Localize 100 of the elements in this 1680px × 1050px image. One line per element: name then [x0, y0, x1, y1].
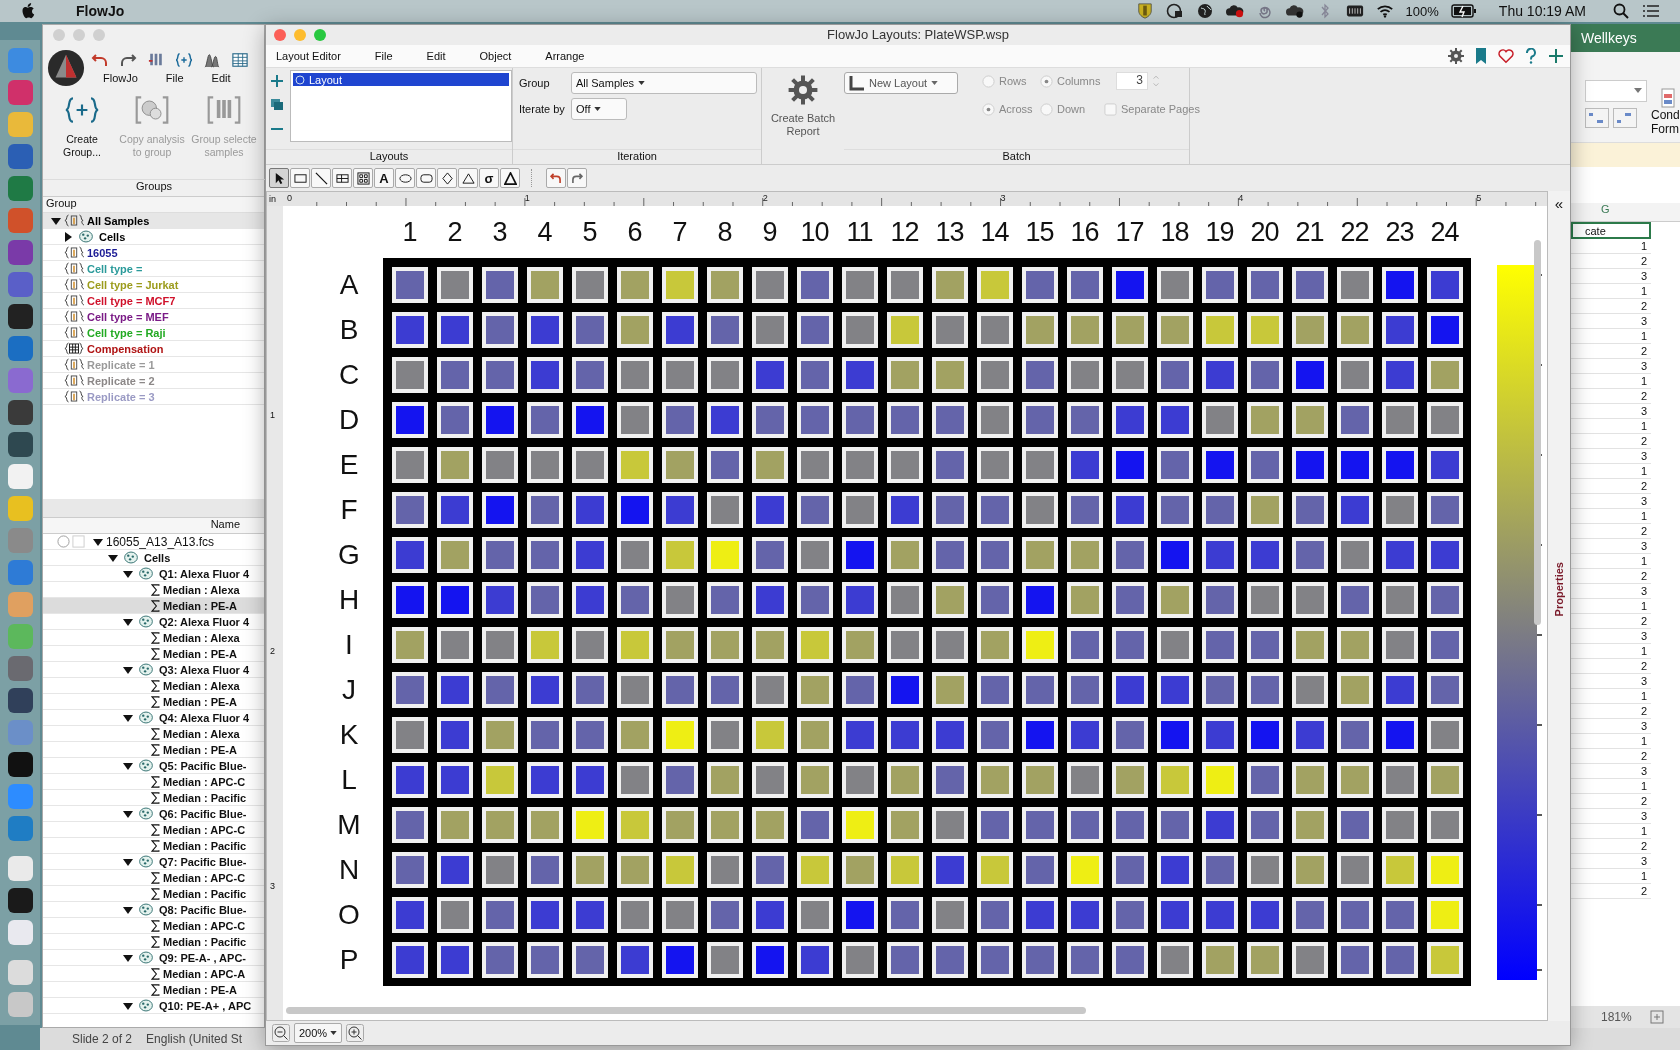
well[interactable]	[1426, 356, 1463, 393]
tool-button[interactable]	[311, 168, 331, 188]
well[interactable]	[1066, 311, 1103, 348]
well[interactable]	[391, 581, 428, 618]
well[interactable]	[661, 536, 698, 573]
disclosure-icon[interactable]	[63, 231, 73, 242]
well[interactable]	[1156, 896, 1193, 933]
tool-button[interactable]: σ	[479, 168, 499, 188]
well[interactable]	[1336, 356, 1373, 393]
tree-item[interactable]: Median : PE-A	[43, 598, 264, 614]
well[interactable]	[1066, 716, 1103, 753]
menu-item[interactable]: Edit	[211, 72, 231, 84]
well[interactable]	[1021, 446, 1058, 483]
well[interactable]	[1381, 491, 1418, 528]
well[interactable]	[706, 941, 743, 978]
well[interactable]	[436, 581, 473, 618]
well[interactable]	[841, 896, 878, 933]
well[interactable]	[1201, 266, 1238, 303]
well[interactable]	[976, 401, 1013, 438]
shield-icon[interactable]	[1135, 3, 1154, 19]
well[interactable]	[886, 716, 923, 753]
well[interactable]	[1111, 581, 1148, 618]
well[interactable]	[1291, 851, 1328, 888]
well[interactable]	[391, 806, 428, 843]
well[interactable]	[841, 851, 878, 888]
well[interactable]	[976, 716, 1013, 753]
well[interactable]	[571, 851, 608, 888]
well[interactable]	[751, 266, 788, 303]
well[interactable]	[1291, 266, 1328, 303]
well[interactable]	[616, 401, 653, 438]
well[interactable]	[841, 446, 878, 483]
well[interactable]	[886, 311, 923, 348]
well[interactable]	[436, 446, 473, 483]
well[interactable]	[1021, 311, 1058, 348]
menu-item[interactable]: Edit	[426, 50, 446, 62]
well[interactable]	[1066, 356, 1103, 393]
tool-button[interactable]	[269, 168, 289, 188]
menu-item[interactable]: File	[165, 72, 184, 84]
well[interactable]	[751, 311, 788, 348]
well[interactable]	[1066, 446, 1103, 483]
well[interactable]	[526, 266, 563, 303]
well[interactable]	[1066, 536, 1103, 573]
well[interactable]	[526, 896, 563, 933]
app-icon[interactable]	[7, 888, 33, 913]
well[interactable]	[1201, 401, 1238, 438]
well[interactable]	[1066, 401, 1103, 438]
well[interactable]	[1156, 716, 1193, 753]
well[interactable]	[1291, 941, 1328, 978]
well[interactable]	[706, 761, 743, 798]
bookmark-icon[interactable]	[1473, 48, 1489, 64]
well[interactable]	[481, 311, 518, 348]
well[interactable]	[976, 491, 1013, 528]
tree-item[interactable]: Cells	[43, 550, 264, 566]
tree-item[interactable]: Q8: Pacific Blue-	[43, 902, 264, 918]
count-field[interactable]: 3	[1116, 72, 1148, 90]
well[interactable]	[1246, 266, 1283, 303]
app-icon[interactable]	[7, 304, 33, 329]
well[interactable]	[751, 716, 788, 753]
add-group-icon[interactable]	[175, 52, 193, 68]
well[interactable]	[571, 311, 608, 348]
well[interactable]	[1336, 266, 1373, 303]
well[interactable]	[1426, 311, 1463, 348]
well[interactable]	[886, 266, 923, 303]
well[interactable]	[661, 446, 698, 483]
well[interactable]	[1336, 806, 1373, 843]
well[interactable]	[1156, 761, 1193, 798]
disclosure-icon[interactable]	[123, 616, 133, 627]
well[interactable]	[571, 491, 608, 528]
well[interactable]	[571, 266, 608, 303]
disclosure-icon[interactable]	[123, 664, 133, 675]
well[interactable]	[1336, 896, 1373, 933]
well[interactable]	[436, 671, 473, 708]
well[interactable]	[841, 536, 878, 573]
well[interactable]	[1111, 401, 1148, 438]
well[interactable]	[616, 311, 653, 348]
well[interactable]	[571, 446, 608, 483]
well[interactable]	[661, 401, 698, 438]
well[interactable]	[931, 401, 968, 438]
well[interactable]	[751, 356, 788, 393]
well[interactable]	[436, 941, 473, 978]
well[interactable]	[1426, 581, 1463, 618]
disclosure-icon[interactable]	[123, 856, 133, 867]
well[interactable]	[1291, 446, 1328, 483]
well[interactable]	[751, 851, 788, 888]
menu-clock[interactable]: Thu 10:19 AM	[1498, 3, 1586, 19]
well[interactable]	[1246, 626, 1283, 663]
menu-item[interactable]: FlowJo	[103, 72, 138, 84]
lock-icon[interactable]	[1165, 3, 1184, 19]
app-icon[interactable]	[7, 400, 33, 425]
tree-item[interactable]: Median : PE-A	[43, 982, 264, 998]
well[interactable]	[1336, 536, 1373, 573]
well[interactable]	[886, 896, 923, 933]
table-icon[interactable]	[231, 52, 249, 68]
well[interactable]	[706, 446, 743, 483]
well[interactable]	[1156, 851, 1193, 888]
undo-button[interactable]	[546, 168, 566, 188]
well[interactable]	[706, 716, 743, 753]
keyboard-icon[interactable]	[1345, 3, 1364, 19]
well[interactable]	[526, 311, 563, 348]
well[interactable]	[841, 806, 878, 843]
